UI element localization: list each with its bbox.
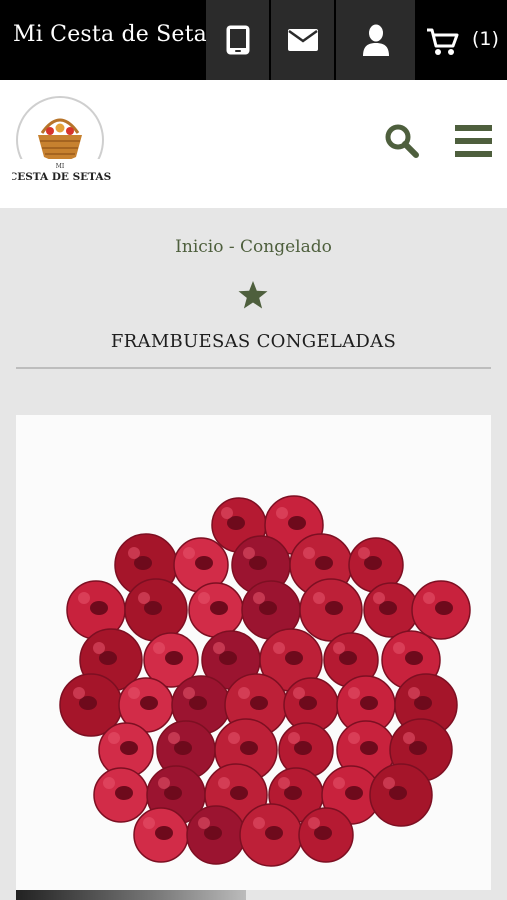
cart-count-badge[interactable]: (1) (472, 28, 499, 50)
logo-small-text: MI (56, 163, 65, 170)
site-logo[interactable]: MI CESTA DE SETAS (9, 95, 112, 195)
product-title: FRAMBUESAS CONGELADAS (110, 331, 397, 352)
thumbnail-strip[interactable] (16, 890, 246, 900)
breadcrumb[interactable]: Inicio - Congelado (0, 237, 507, 257)
top-bar: Mi Cesta de Setas (1) (0, 0, 507, 80)
search-icon (385, 124, 419, 158)
search-button[interactable] (384, 123, 420, 159)
cart-icon (427, 28, 459, 55)
mail-icon (287, 29, 318, 51)
menu-button[interactable] (455, 125, 492, 157)
site-header: MI CESTA DE SETAS (0, 80, 507, 208)
menu-icon (455, 125, 492, 157)
user-button[interactable] (336, 0, 415, 80)
product-image[interactable] (16, 415, 491, 890)
star-icon (238, 281, 268, 309)
user-icon (362, 24, 389, 56)
favorite-button[interactable] (238, 281, 268, 309)
mail-button[interactable] (271, 0, 334, 80)
phone-button[interactable] (206, 0, 269, 80)
phone-icon (226, 25, 249, 55)
site-brand[interactable]: Mi Cesta de Setas (13, 22, 218, 47)
title-divider (16, 367, 491, 369)
logo-text: CESTA DE SETAS (12, 171, 111, 183)
